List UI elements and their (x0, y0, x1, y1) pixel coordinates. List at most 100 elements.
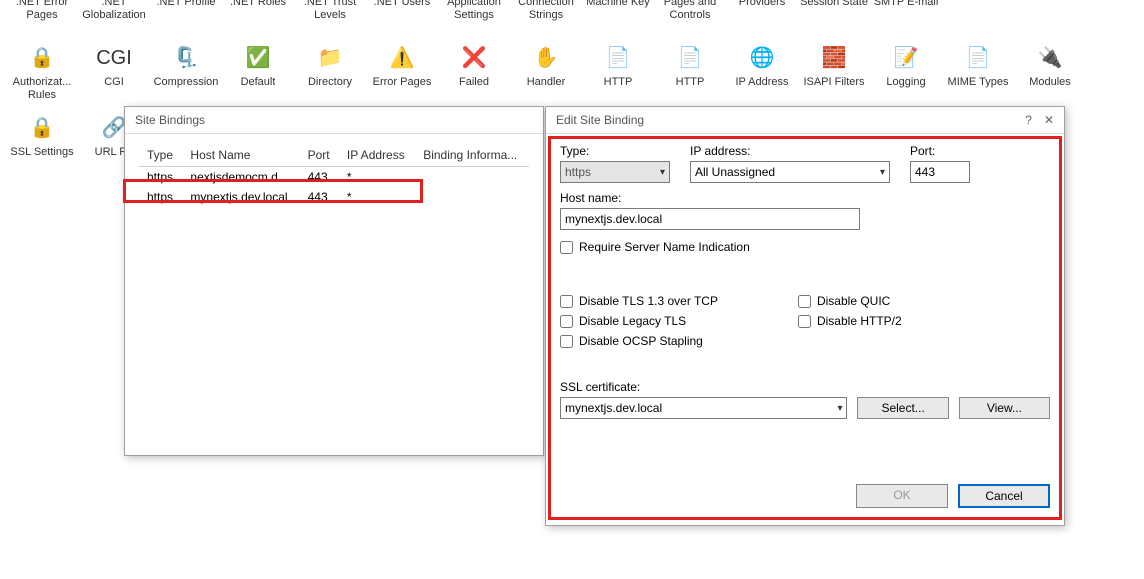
feature-icon[interactable]: 🔑Machine Key (582, 0, 654, 22)
feature-icon[interactable]: 📄HTTP (654, 42, 726, 102)
feature-label: Logging (886, 76, 925, 102)
feature-icon[interactable]: 🔒Authorizat... Rules (6, 42, 78, 102)
feature-icon[interactable]: ✋Handler (510, 42, 582, 102)
feature-icon[interactable]: 🔌Modules (1014, 42, 1086, 102)
edit-site-binding-dialog: Edit Site Binding ? ✕ Type: https ▾ IP a… (545, 106, 1065, 526)
ip-label: IP address: (690, 144, 890, 158)
feature-icon[interactable]: 📄Pages and Controls (654, 0, 726, 22)
feature-icon[interactable]: 👥.NET Users (366, 0, 438, 22)
feature-label: Default (241, 76, 276, 102)
type-select: https ▾ (560, 161, 670, 183)
close-icon[interactable]: ✕ (1044, 113, 1054, 127)
cancel-button[interactable]: Cancel (958, 484, 1050, 508)
feature-label: Error Pages (373, 76, 432, 102)
feature-icon[interactable]: 👥.NET Roles (222, 0, 294, 22)
feature-icon[interactable]: 📁Directory (294, 42, 366, 102)
sslcert-select[interactable]: mynextjs.dev.local ▾ (560, 397, 847, 419)
feature-label: SMTP E-mail (874, 0, 939, 22)
feature-icon[interactable]: 🌐IP Address (726, 42, 798, 102)
feature-glyph-icon: 🧱 (818, 42, 850, 74)
feature-label: ISAPI Filters (803, 76, 864, 102)
feature-label: .NET Users (374, 0, 431, 22)
http2-checkbox[interactable] (798, 315, 811, 328)
edit-binding-titlebar: Edit Site Binding ? ✕ (546, 107, 1064, 134)
chevron-down-icon: ▾ (837, 403, 842, 414)
sslcert-label: SSL certificate: (560, 380, 1050, 394)
feature-icons-row-1: ⚠️.NET Error Pages🌐.NET Globalization👤.N… (0, 0, 1144, 22)
feature-glyph-icon: CGI (98, 42, 130, 74)
feature-icon[interactable]: ⚙️Application Settings (438, 0, 510, 22)
feature-label: .NET Trust Levels (294, 0, 366, 22)
feature-glyph-icon: 🗜️ (170, 42, 202, 74)
feature-glyph-icon: ❌ (458, 42, 490, 74)
feature-glyph-icon: 📄 (602, 42, 634, 74)
feature-icon[interactable]: 🔒SSL Settings (6, 112, 78, 172)
feature-icon[interactable]: ✉️SMTP E-mail (870, 0, 942, 22)
feature-icon[interactable]: 🗂️Session State (798, 0, 870, 22)
bindings-header[interactable]: Port (300, 144, 339, 167)
feature-label: Handler (527, 76, 566, 102)
bindings-header[interactable]: IP Address (339, 144, 415, 167)
feature-label: CGI (104, 76, 124, 102)
feature-label: Providers (739, 0, 785, 22)
feature-icon[interactable]: ⚠️Error Pages (366, 42, 438, 102)
tls13-label: Disable TLS 1.3 over TCP (579, 294, 718, 308)
port-input[interactable] (910, 161, 970, 183)
feature-icon[interactable]: 📄MIME Types (942, 42, 1014, 102)
edit-binding-title: Edit Site Binding (556, 113, 644, 127)
host-label: Host name: (560, 191, 860, 205)
feature-icon[interactable]: ⚠️.NET Error Pages (6, 0, 78, 22)
ocsp-label: Disable OCSP Stapling (579, 334, 703, 348)
feature-label: Directory (308, 76, 352, 102)
feature-icon[interactable]: 🗜️Compression (150, 42, 222, 102)
tls13-checkbox[interactable] (560, 295, 573, 308)
feature-icon[interactable]: 🌐.NET Globalization (78, 0, 150, 22)
feature-glyph-icon: 🔒 (26, 42, 58, 74)
feature-icon[interactable]: 📄HTTP (582, 42, 654, 102)
site-bindings-titlebar: Site Bindings (125, 107, 543, 134)
feature-glyph-icon: 🌐 (746, 42, 778, 74)
feature-icon[interactable]: ❌Failed (438, 42, 510, 102)
quic-checkbox[interactable] (798, 295, 811, 308)
bindings-header[interactable]: Binding Informa... (415, 144, 529, 167)
host-input[interactable] (560, 208, 860, 230)
bindings-header[interactable]: Type (139, 144, 182, 167)
site-bindings-dialog: Site Bindings TypeHost NamePortIP Addres… (124, 106, 544, 456)
help-icon[interactable]: ? (1025, 113, 1032, 127)
feature-icon[interactable]: 📝Logging (870, 42, 942, 102)
feature-label: SSL Settings (10, 146, 73, 172)
select-button[interactable]: Select... (857, 397, 948, 419)
feature-icon[interactable]: 🧱ISAPI Filters (798, 42, 870, 102)
feature-glyph-icon: ✋ (530, 42, 562, 74)
site-bindings-title: Site Bindings (135, 113, 205, 127)
feature-label: .NET Profile (156, 0, 215, 22)
feature-label: .NET Roles (230, 0, 286, 22)
feature-icon[interactable]: 🔗Connection Strings (510, 0, 582, 22)
feature-icon[interactable]: ⚙️Providers (726, 0, 798, 22)
feature-icon[interactable]: 👤.NET Profile (150, 0, 222, 22)
type-label: Type: (560, 144, 670, 158)
ip-select[interactable]: All Unassigned ▾ (690, 161, 890, 183)
ok-button: OK (856, 484, 948, 508)
feature-glyph-icon: ⚠️ (386, 42, 418, 74)
feature-label: Machine Key (586, 0, 650, 22)
feature-label: Pages and Controls (654, 0, 726, 22)
chevron-down-icon: ▾ (880, 167, 885, 178)
ocsp-checkbox[interactable] (560, 335, 573, 348)
quic-label: Disable QUIC (817, 294, 890, 308)
view-button[interactable]: View... (959, 397, 1050, 419)
legacy-tls-checkbox[interactable] (560, 315, 573, 328)
feature-glyph-icon: 🔌 (1034, 42, 1066, 74)
sni-label: Require Server Name Indication (579, 240, 750, 254)
feature-icons-row-2: 🔒Authorizat... RulesCGICGI🗜️Compression✅… (0, 42, 1144, 102)
feature-icon[interactable]: ✅Default (222, 42, 294, 102)
feature-label: MIME Types (948, 76, 1009, 102)
sni-checkbox[interactable] (560, 241, 573, 254)
feature-icon[interactable]: 🛡️.NET Trust Levels (294, 0, 366, 22)
port-label: Port: (910, 144, 970, 158)
chevron-down-icon: ▾ (660, 167, 665, 178)
feature-icon[interactable]: CGICGI (78, 42, 150, 102)
bindings-header[interactable]: Host Name (182, 144, 299, 167)
feature-glyph-icon: ✅ (242, 42, 274, 74)
feature-glyph-icon: 📁 (314, 42, 346, 74)
